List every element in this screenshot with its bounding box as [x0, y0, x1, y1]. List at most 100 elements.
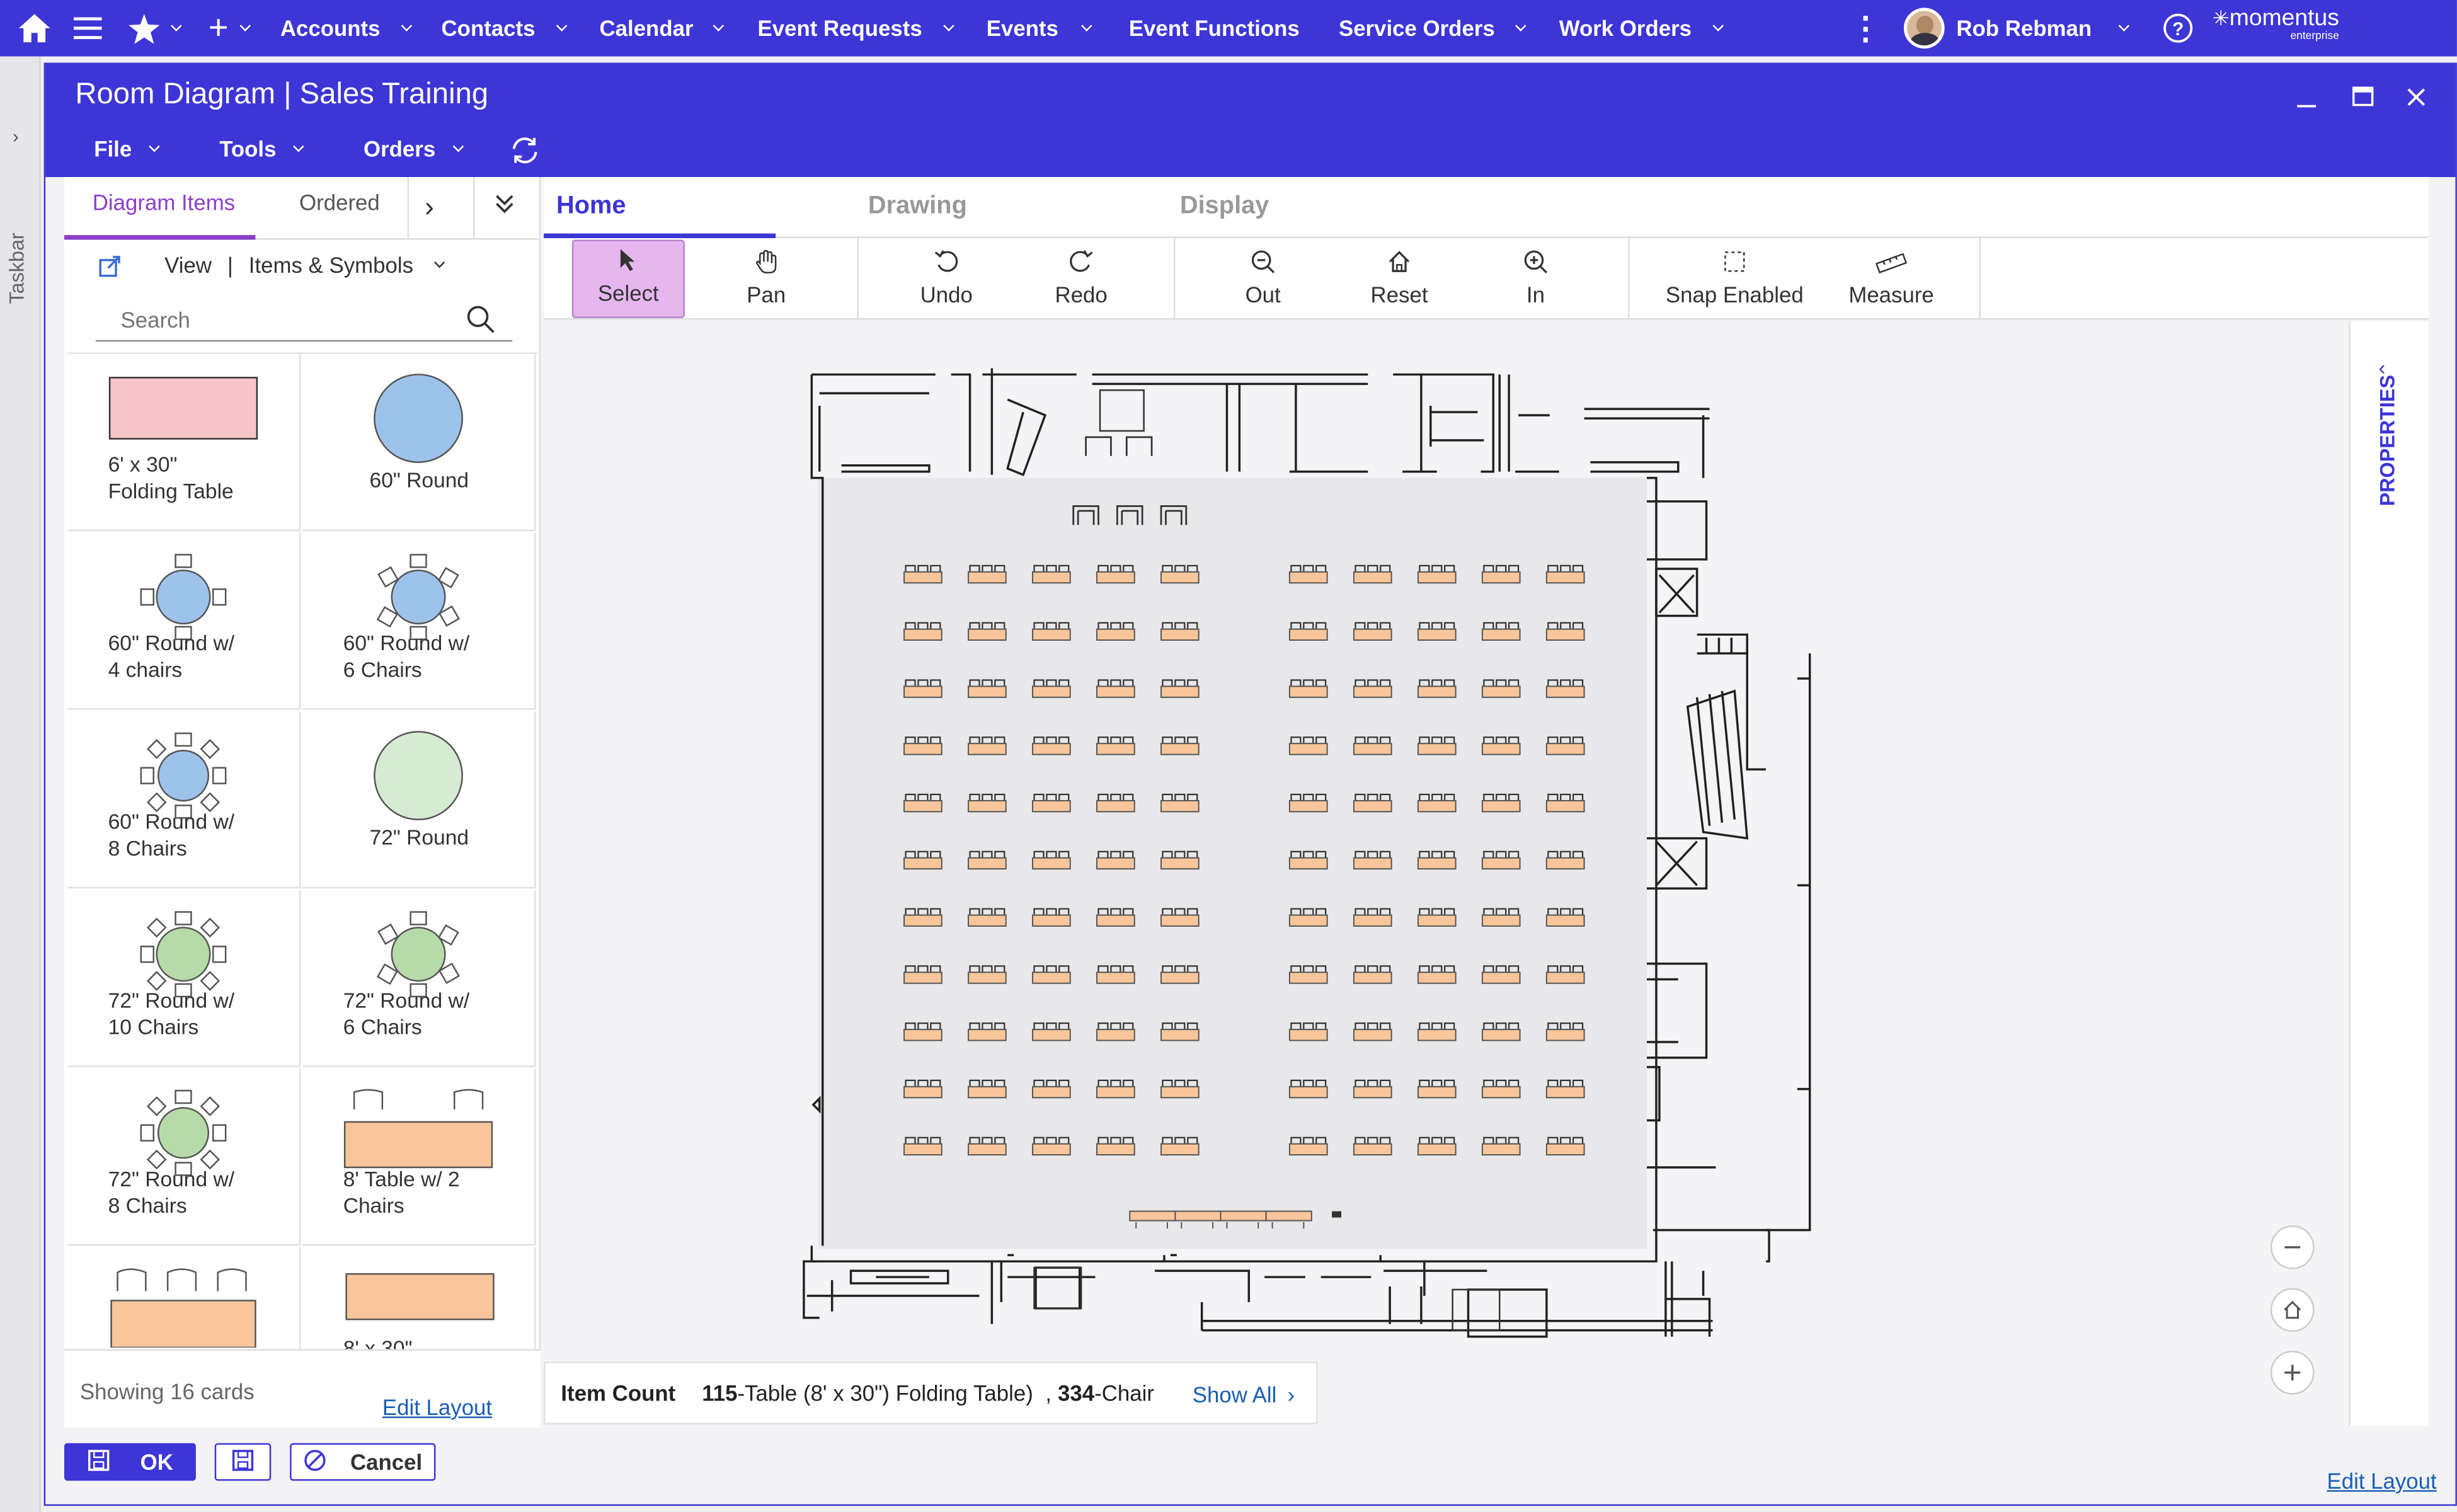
- zoom-in-icon: [1523, 249, 1549, 280]
- undo-label: Undo: [920, 282, 973, 307]
- table-mark: [1545, 1085, 1585, 1099]
- search-icon[interactable]: [466, 304, 497, 343]
- menu-orders-label: Orders: [364, 136, 436, 162]
- expand-properties-icon[interactable]: ‹: [2379, 356, 2386, 379]
- table-mark: [1032, 914, 1071, 927]
- canvas-zoom-out-button[interactable]: [2270, 1225, 2315, 1269]
- wall-line: [1092, 373, 1368, 473]
- minimize-icon[interactable]: [2289, 80, 2324, 115]
- card-60-round-8-chairs[interactable]: 60" Round w/ 8 Chairs: [67, 711, 301, 889]
- select-tool-button[interactable]: Select: [571, 239, 685, 318]
- measure-button[interactable]: Measure: [1829, 238, 1954, 319]
- card-60-round-6-chairs[interactable]: 60" Round w/ 6 Chairs: [302, 532, 536, 710]
- table-mark: [1481, 914, 1521, 927]
- table-mark: [1545, 743, 1585, 755]
- chair-symbol: [1125, 436, 1153, 456]
- user-menu[interactable]: Rob Rebman: [1903, 0, 2129, 57]
- menu-tools[interactable]: Tools: [219, 136, 305, 161]
- card-label: 60" Round w/ 4 chairs: [108, 631, 235, 682]
- properties-panel-toggle[interactable]: PROPERTIES ‹: [2349, 321, 2429, 1426]
- tab-display[interactable]: Display: [1180, 193, 1269, 221]
- nav-service-orders[interactable]: Service Orders: [1338, 0, 1526, 57]
- more-options-icon[interactable]: ⋮: [1850, 0, 1881, 57]
- help-icon[interactable]: ?: [2162, 0, 2194, 57]
- select-tool-label: Select: [597, 280, 659, 306]
- save-icon: [87, 1448, 109, 1475]
- table-mark: [1481, 1029, 1521, 1041]
- nav-contacts[interactable]: Contacts: [442, 0, 567, 57]
- close-icon[interactable]: [2399, 80, 2434, 115]
- nav-event-requests[interactable]: Event Requests: [758, 0, 954, 57]
- view-selector[interactable]: View | Items & Symbols: [164, 252, 445, 277]
- show-all-link[interactable]: Show All ›: [1193, 1382, 1295, 1407]
- refresh-icon[interactable]: [509, 135, 541, 174]
- undo-button[interactable]: Undo: [890, 238, 1003, 319]
- nav-work-orders[interactable]: Work Orders: [1559, 0, 1723, 57]
- table-mark: [903, 571, 942, 584]
- canvas-zoom-in-button[interactable]: [2270, 1350, 2315, 1395]
- nav-event-functions[interactable]: Event Functions: [1129, 0, 1300, 57]
- tab-home[interactable]: Home: [556, 193, 626, 221]
- reset-button[interactable]: Reset: [1343, 238, 1456, 319]
- card-72-round-8-chairs[interactable]: 72" Round w/ 8 Chairs: [67, 1068, 301, 1246]
- canvas-reset-home-button[interactable]: [2270, 1288, 2315, 1332]
- nav-accounts[interactable]: Accounts: [280, 0, 412, 57]
- nav-service-orders-label: Service Orders: [1338, 15, 1495, 41]
- tab-diagram-items[interactable]: Diagram Items: [93, 190, 235, 215]
- nav-events[interactable]: Events: [987, 0, 1093, 57]
- card-6x30-folding-table[interactable]: 6' x 30" Folding Table: [67, 354, 301, 532]
- card-8x30-table[interactable]: 8' x 30": [302, 1247, 536, 1349]
- table-mark: [1288, 971, 1328, 984]
- search-field[interactable]: [95, 302, 513, 343]
- card-60-round-4-chairs[interactable]: 60" Round w/ 4 chairs: [67, 532, 301, 710]
- expand-taskbar-icon[interactable]: ›: [13, 125, 19, 147]
- table-mark: [1288, 857, 1328, 870]
- tab-drawing[interactable]: Drawing: [868, 193, 967, 221]
- table-mark: [1353, 857, 1392, 870]
- table-mark: [1353, 1085, 1392, 1099]
- card-60-round[interactable]: 60" Round: [302, 354, 536, 532]
- double-chevron-down-icon[interactable]: [493, 193, 515, 219]
- table-mark: [968, 628, 1007, 641]
- snap-enabled-button[interactable]: Snap Enabled: [1659, 238, 1810, 319]
- zoom-out-button[interactable]: Out: [1206, 238, 1319, 319]
- search-input[interactable]: [95, 302, 456, 337]
- home-icon[interactable]: [13, 0, 57, 57]
- table-mark: [1417, 1143, 1457, 1156]
- redo-button[interactable]: Redo: [1025, 238, 1138, 319]
- save-button[interactable]: [214, 1443, 272, 1481]
- scroll-tabs-right-icon[interactable]: ›: [425, 191, 434, 224]
- zoom-in-button[interactable]: In: [1479, 238, 1592, 319]
- cancel-button[interactable]: Cancel: [290, 1443, 436, 1481]
- menu-file[interactable]: File: [94, 136, 161, 161]
- footer-edit-layout-link[interactable]: Edit Layout: [2327, 1469, 2436, 1494]
- hand-icon: [755, 249, 777, 280]
- wall-line: [1695, 690, 1736, 826]
- card-table-3-chairs[interactable]: [67, 1247, 301, 1349]
- hamburger-menu-icon[interactable]: [72, 0, 103, 57]
- floor-plan[interactable]: [544, 321, 2349, 1426]
- diagram-canvas[interactable]: [544, 321, 2349, 1426]
- card-72-round-10-chairs[interactable]: 72" Round w/ 10 Chairs: [67, 890, 301, 1067]
- card-8ft-table-2-chairs[interactable]: 8' Table w/ 2 Chairs: [302, 1068, 536, 1246]
- nav-calendar[interactable]: Calendar: [600, 0, 725, 57]
- zoom-in-label: In: [1526, 282, 1545, 307]
- maximize-icon[interactable]: [2345, 80, 2380, 115]
- edit-layout-link[interactable]: Edit Layout: [382, 1395, 492, 1420]
- card-72-round[interactable]: 72" Round: [302, 711, 536, 889]
- wall-line: [1664, 1261, 1711, 1337]
- card-72-round-6-chairs[interactable]: 72" Round w/ 6 Chairs: [302, 890, 536, 1067]
- external-link-icon[interactable]: [99, 255, 121, 285]
- table-mark: [1481, 571, 1521, 584]
- favorites-star-icon[interactable]: [129, 0, 182, 57]
- tab-ordered[interactable]: Ordered: [299, 190, 380, 215]
- table-mark: [1288, 571, 1328, 584]
- show-all-label: Show All: [1192, 1382, 1277, 1407]
- pan-tool-button[interactable]: Pan: [710, 238, 823, 319]
- ok-button[interactable]: OK: [64, 1443, 196, 1481]
- taskbar[interactable]: › Taskbar: [0, 56, 41, 1512]
- menu-orders[interactable]: Orders: [364, 136, 464, 162]
- top-navigation-bar: + Accounts Contacts Calendar Event Reque…: [0, 0, 2457, 57]
- table-mark: [1160, 1085, 1200, 1099]
- add-new-icon[interactable]: +: [209, 0, 251, 57]
